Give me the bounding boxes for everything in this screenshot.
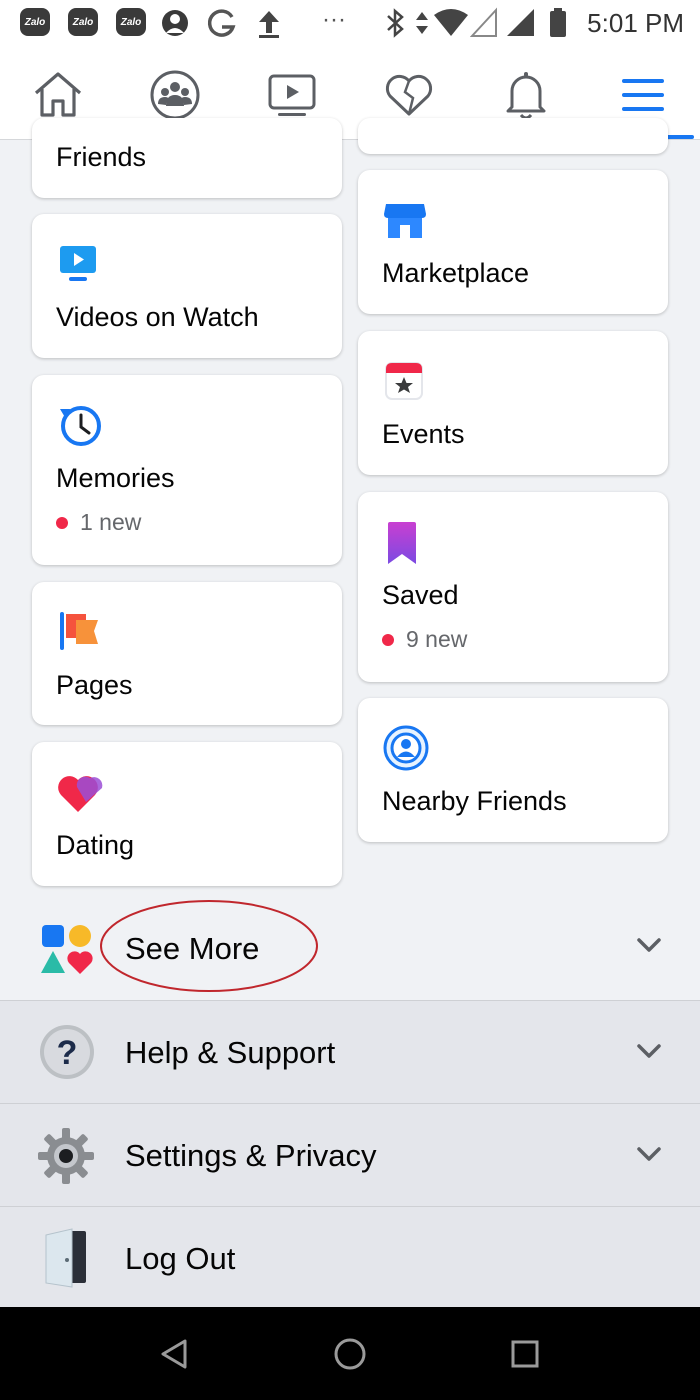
status-bar: Zalo Zalo Zalo ··· 5:01 PM (0, 0, 700, 50)
log-out-door-icon (45, 1228, 86, 1288)
shortcut-label: Friends (56, 142, 147, 172)
help-support-label: Help & Support (125, 1035, 336, 1070)
svg-text:?: ? (57, 1034, 78, 1072)
shortcut-label: Videos on Watch (56, 302, 259, 332)
red-annotation-circle (100, 900, 318, 992)
shortcut-card-friends[interactable]: Friends (32, 118, 342, 198)
watch-tv-icon (268, 74, 316, 116)
shortcut-label: Events (382, 419, 465, 449)
help-support-row[interactable]: ? Help & Support (0, 1000, 700, 1103)
shortcut-label: Nearby Friends (382, 786, 567, 816)
see-more-row[interactable]: See More (0, 897, 700, 1000)
android-nav-bar (0, 1307, 700, 1400)
zalo-notification-icon: Zalo (68, 8, 98, 36)
shortcut-label: Memories (56, 463, 175, 493)
shortcut-card-videos-on-watch[interactable]: Videos on Watch (32, 214, 342, 358)
avatar-icon (162, 10, 188, 36)
signal-empty-icon (470, 7, 497, 37)
clock: 5:01 PM (587, 8, 684, 38)
wifi-icon (434, 9, 468, 36)
log-out-row[interactable]: Log Out (0, 1206, 700, 1307)
shortcut-card-nearby-friends[interactable]: Nearby Friends (358, 698, 668, 842)
home-circle-icon[interactable] (333, 1337, 367, 1371)
back-triangle-icon[interactable] (158, 1337, 190, 1371)
new-count-badge: 1 new (56, 509, 141, 536)
settings-privacy-row[interactable]: Settings & Privacy (0, 1103, 700, 1206)
chevron-down-icon (637, 938, 661, 952)
shortcut-label: Marketplace (382, 258, 530, 288)
chevron-down-icon (637, 1147, 661, 1161)
home-icon (34, 72, 82, 117)
marketplace-shop-icon (384, 204, 426, 238)
bell-icon (506, 72, 546, 120)
data-arrows-icon (416, 12, 428, 34)
pages-flag-icon (60, 612, 98, 650)
shortcut-label: Dating (56, 830, 135, 860)
more-notifications-icon: ··· (322, 6, 346, 33)
shortcut-card-marketplace[interactable]: Marketplace (358, 170, 668, 314)
shortcut-card-events[interactable]: Events (358, 331, 668, 475)
saved-bookmark-icon (388, 522, 416, 564)
watch-video-icon (60, 246, 96, 281)
battery-icon (550, 8, 566, 37)
groups-icon (150, 70, 200, 120)
chevron-down-icon (637, 1044, 661, 1058)
recents-square-icon[interactable] (509, 1338, 541, 1370)
shortcut-card-memories[interactable]: Memories 1 new (32, 375, 342, 565)
hamburger-menu-icon (622, 79, 664, 111)
badge-text: 9 new (406, 626, 468, 652)
shortcut-card-saved[interactable]: Saved 9 new (358, 492, 668, 682)
bluetooth-icon (387, 8, 404, 38)
gear-icon (38, 1128, 94, 1184)
notification-dot (382, 633, 394, 646)
memories-clock-icon (60, 406, 101, 446)
log-out-label: Log Out (125, 1241, 236, 1276)
dating-heart-icon (58, 776, 103, 812)
new-count-badge: 9 new (382, 626, 467, 653)
see-more-shapes-icon (41, 925, 93, 974)
signal-icon (507, 9, 534, 36)
notification-dot (56, 516, 68, 529)
events-calendar-icon (385, 362, 423, 400)
shortcut-label: Pages (56, 670, 133, 700)
upload-icon (259, 11, 279, 38)
nearby-friends-icon (383, 725, 429, 771)
shortcut-card-pages[interactable]: Pages (32, 582, 342, 725)
settings-privacy-label: Settings & Privacy (125, 1138, 377, 1173)
badge-text: 1 new (80, 509, 142, 535)
zalo-notification-icon: Zalo (116, 8, 146, 36)
help-question-icon: ? (40, 1025, 94, 1079)
shortcut-card-dating[interactable]: Dating (32, 742, 342, 886)
shortcut-card-partial[interactable] (358, 118, 668, 154)
google-icon (207, 9, 236, 37)
shortcut-label: Saved (382, 580, 459, 610)
dating-heart-outline-icon (385, 74, 433, 116)
zalo-notification-icon: Zalo (20, 8, 50, 36)
